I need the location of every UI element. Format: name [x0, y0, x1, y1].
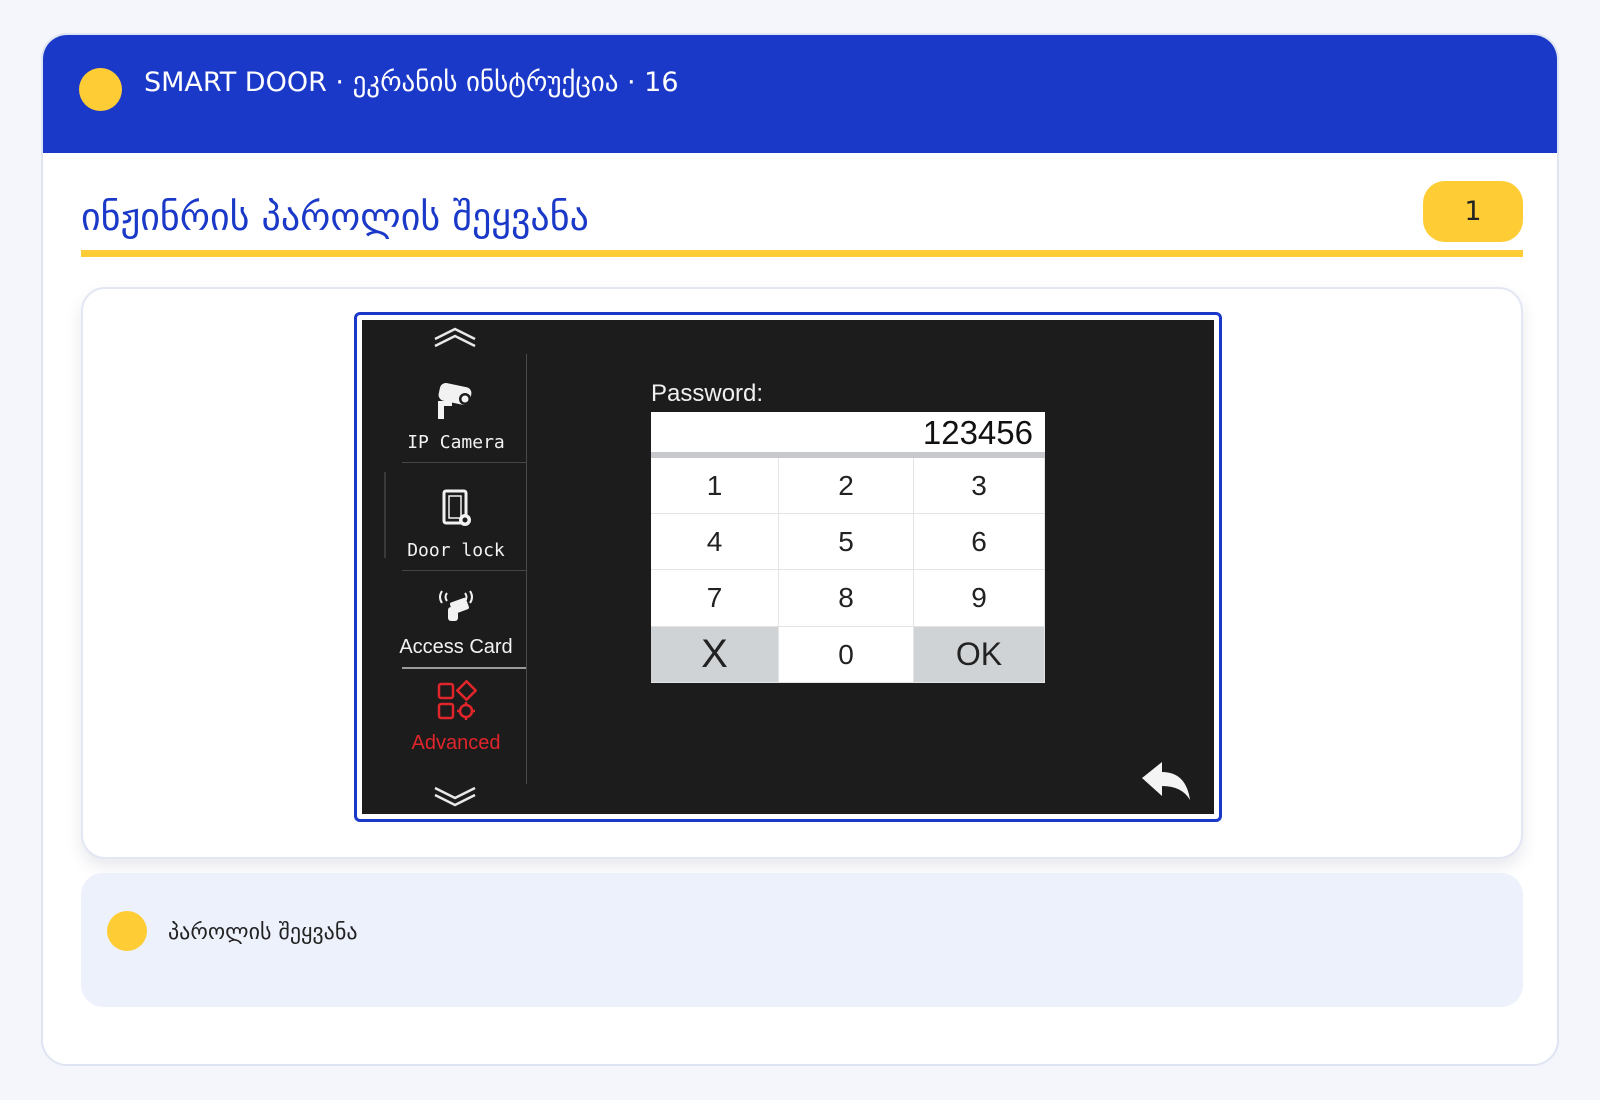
- sidebar-separator: [526, 354, 527, 784]
- clear-key[interactable]: X: [651, 627, 779, 683]
- sidebar-item-advanced[interactable]: Advanced: [386, 678, 526, 755]
- password-field[interactable]: 123456: [651, 412, 1045, 458]
- header-dot-icon: [79, 68, 122, 111]
- header-title: SMART DOOR · ეკრანის ინსტრუქცია · 16: [144, 67, 679, 98]
- instruction-card: SMART DOOR · ეკრანის ინსტრუქცია · 16 ინჟ…: [41, 33, 1559, 1066]
- numeric-keypad: 1 2 3 4 5 6 7 8 9 X 0 OK: [651, 458, 1045, 683]
- device-screen-frame: IP Camera Door lock Access Card Advanced…: [354, 312, 1222, 822]
- access-card-icon: [386, 582, 526, 628]
- key-8[interactable]: 8: [779, 570, 914, 627]
- key-4[interactable]: 4: [651, 514, 779, 570]
- sidebar-item-label: Advanced: [411, 732, 501, 754]
- ok-key[interactable]: OK: [914, 627, 1045, 683]
- screenshot-panel: IP Camera Door lock Access Card Advanced…: [81, 287, 1523, 859]
- header-bar: SMART DOOR · ეკრანის ინსტრუქცია · 16: [43, 35, 1557, 153]
- back-arrow-icon[interactable]: [1138, 760, 1194, 808]
- sidebar-item-label: Access Card: [399, 636, 513, 658]
- page-title: ინჟინრის პაროლის შეყვანა: [81, 195, 589, 239]
- sidebar-divider: [402, 667, 526, 669]
- sidebar-item-label: Door lock: [407, 540, 505, 561]
- device-screen: IP Camera Door lock Access Card Advanced…: [362, 320, 1214, 814]
- key-5[interactable]: 5: [779, 514, 914, 570]
- note-text: პაროლის შეყვანა: [168, 920, 358, 945]
- note-bullet-icon: [107, 911, 147, 951]
- title-underline: [81, 250, 1523, 257]
- chevron-down-icon[interactable]: [432, 786, 478, 813]
- note-box: პაროლის შეყვანა: [81, 873, 1523, 1007]
- advanced-icon: [386, 678, 526, 724]
- sidebar-item-ip-camera[interactable]: IP Camera: [386, 378, 526, 453]
- password-label: Password:: [651, 380, 764, 407]
- sidebar-item-door-lock[interactable]: Door lock: [386, 486, 526, 561]
- step-badge: 1: [1423, 181, 1523, 242]
- sidebar-divider: [402, 462, 526, 463]
- key-2[interactable]: 2: [779, 458, 914, 514]
- key-9[interactable]: 9: [914, 570, 1045, 627]
- key-0[interactable]: 0: [779, 627, 914, 683]
- sidebar-item-access-card[interactable]: Access Card: [386, 582, 526, 659]
- key-6[interactable]: 6: [914, 514, 1045, 570]
- sidebar-divider: [402, 570, 526, 571]
- ip-camera-icon: [386, 378, 526, 424]
- sidebar-item-label: IP Camera: [407, 432, 505, 453]
- key-7[interactable]: 7: [651, 570, 779, 627]
- key-3[interactable]: 3: [914, 458, 1045, 514]
- chevron-up-icon[interactable]: [432, 326, 478, 353]
- key-1[interactable]: 1: [651, 458, 779, 514]
- door-lock-icon: [386, 486, 526, 532]
